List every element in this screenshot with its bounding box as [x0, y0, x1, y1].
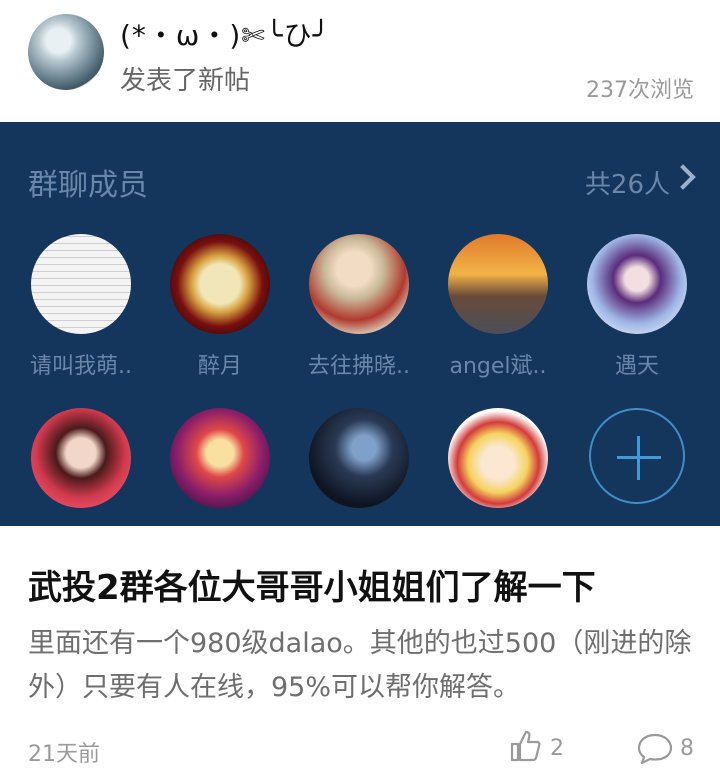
add-member-button[interactable] — [589, 408, 685, 504]
member-avatar — [448, 408, 548, 508]
member-name: 去往拂晓.. — [308, 354, 410, 379]
member-item[interactable]: 请叫我萌.. — [21, 234, 141, 380]
post-time: 21天前 — [28, 742, 100, 767]
member-avatar — [170, 234, 270, 334]
post-action: 发表了新帖 — [120, 66, 251, 96]
thumbs-up-icon[interactable] — [508, 728, 544, 764]
member-avatar — [170, 408, 270, 508]
view-count: 237次浏览 — [586, 78, 694, 103]
group-title: 群聊成员 — [28, 168, 148, 203]
member-item[interactable]: 去往拂晓.. — [299, 234, 419, 380]
member-avatar — [309, 234, 409, 334]
like-count: 2 — [550, 736, 564, 761]
avatar[interactable] — [28, 14, 104, 90]
member-avatar — [31, 234, 131, 334]
member-item[interactable]: 遇天 — [577, 234, 697, 380]
member-avatar — [587, 234, 687, 334]
member-avatar — [31, 408, 131, 508]
group-members-card[interactable]: 群聊成员 共26人 请叫我萌.. 醉月 去往拂晓.. angel斌.. 遇天 — [0, 122, 720, 526]
member-item[interactable] — [160, 408, 280, 522]
member-count[interactable]: 共26人 — [585, 164, 670, 201]
member-item[interactable]: angel斌.. — [438, 234, 558, 380]
member-item[interactable]: 醉月 — [160, 234, 280, 380]
member-name: 醉月 — [197, 354, 242, 379]
member-item[interactable] — [438, 408, 558, 522]
member-avatar — [309, 408, 409, 508]
comment-count: 8 — [680, 736, 694, 761]
comment-icon[interactable] — [636, 732, 674, 766]
post-body[interactable]: 里面还有一个980级dalao。其他的也过500（刚进的除外）只要有人在线，95… — [28, 622, 696, 710]
member-avatar — [448, 234, 548, 334]
member-item[interactable] — [21, 408, 141, 522]
post-header: (*・ω・)✄╰ひ╯ 发表了新帖 237次浏览 — [0, 0, 720, 122]
member-item[interactable] — [299, 408, 419, 522]
username[interactable]: (*・ω・)✄╰ひ╯ — [120, 14, 330, 54]
member-name: 请叫我萌.. — [30, 354, 132, 379]
member-name: angel斌.. — [449, 354, 547, 379]
chevron-right-icon[interactable] — [670, 164, 696, 190]
add-member-item[interactable] — [577, 408, 697, 504]
post-title[interactable]: 武投2群各位大哥哥小姐姐们了解一下 — [28, 560, 596, 609]
member-name: 遇天 — [614, 354, 659, 379]
